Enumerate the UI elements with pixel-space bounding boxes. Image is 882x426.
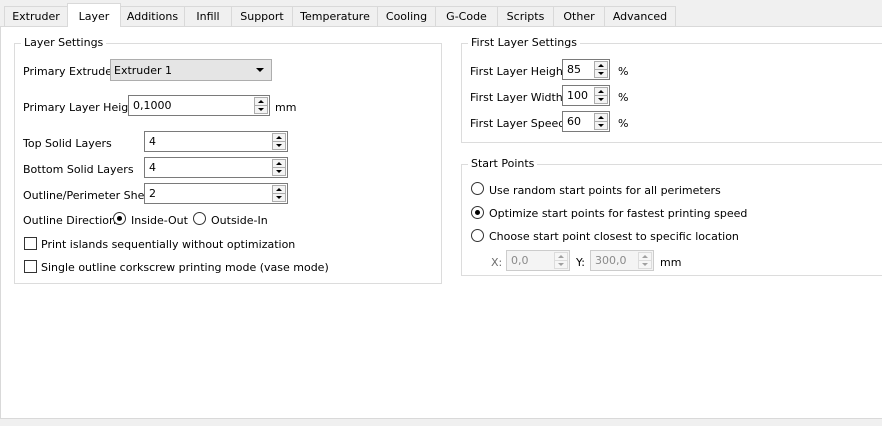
tab-cooling[interactable]: Cooling bbox=[377, 6, 436, 26]
spin-down-icon[interactable] bbox=[594, 69, 608, 78]
tab-gcode[interactable]: G-Code bbox=[435, 6, 498, 26]
primary-layer-height-unit: mm bbox=[275, 101, 297, 114]
primary-layer-height-label: Primary Layer Height bbox=[23, 101, 140, 114]
start-y-input[interactable]: 300,0 bbox=[590, 250, 654, 271]
first-layer-height-label: First Layer Height bbox=[470, 65, 568, 78]
spin-down-icon[interactable] bbox=[272, 193, 286, 202]
vase-mode-checkbox[interactable] bbox=[24, 260, 37, 273]
primary-layer-height-input[interactable]: 0,1000 bbox=[128, 95, 270, 116]
radio-random-start-label: Use random start points for all perimete… bbox=[489, 184, 721, 197]
spin-down-icon[interactable] bbox=[554, 260, 568, 269]
tab-temperature[interactable]: Temperature bbox=[292, 6, 378, 26]
radio-inside-out[interactable] bbox=[113, 212, 126, 225]
bottom-solid-layers-input[interactable]: 4 bbox=[144, 157, 288, 178]
radio-closest-start-label: Choose start point closest to specific l… bbox=[489, 230, 739, 243]
print-islands-label: Print islands sequentially without optim… bbox=[41, 238, 296, 251]
spin-down-icon[interactable] bbox=[272, 167, 286, 176]
tab-advanced[interactable]: Advanced bbox=[604, 6, 676, 26]
tab-bar: Extruder Layer Additions Infill Support … bbox=[0, 0, 882, 27]
outline-shells-label: Outline/Perimeter Shells bbox=[23, 189, 157, 202]
first-layer-width-input[interactable]: 100 bbox=[562, 85, 610, 106]
start-x-label: X: bbox=[491, 256, 503, 269]
first-layer-settings-title: First Layer Settings bbox=[468, 36, 580, 49]
outline-shells-input[interactable]: 2 bbox=[144, 183, 288, 204]
radio-closest-start[interactable] bbox=[471, 229, 484, 242]
spin-down-icon[interactable] bbox=[638, 260, 652, 269]
spin-down-icon[interactable] bbox=[272, 141, 286, 150]
first-layer-height-input[interactable]: 85 bbox=[562, 59, 610, 80]
layer-settings-title: Layer Settings bbox=[21, 36, 107, 49]
tab-additions[interactable]: Additions bbox=[120, 6, 185, 26]
vase-mode-label: Single outline corkscrew printing mode (… bbox=[41, 261, 329, 274]
radio-outside-in-label: Outside-In bbox=[211, 214, 268, 227]
first-layer-width-label: First Layer Width bbox=[470, 91, 563, 104]
tab-scripts[interactable]: Scripts bbox=[497, 6, 554, 26]
start-x-input[interactable]: 0,0 bbox=[506, 250, 570, 271]
tab-layer[interactable]: Layer bbox=[67, 3, 121, 27]
start-point-unit: mm bbox=[660, 256, 682, 269]
radio-optimize-start[interactable] bbox=[471, 206, 484, 219]
spin-down-icon[interactable] bbox=[594, 95, 608, 104]
bottom-solid-layers-label: Bottom Solid Layers bbox=[23, 163, 134, 176]
radio-inside-out-label: Inside-Out bbox=[131, 214, 188, 227]
tab-panel-layer: Layer Settings Primary Extruder Extruder… bbox=[0, 26, 882, 419]
tab-extruder[interactable]: Extruder bbox=[4, 6, 68, 26]
primary-extruder-label: Primary Extruder bbox=[23, 65, 117, 78]
first-layer-speed-label: First Layer Speed bbox=[470, 117, 566, 130]
first-layer-height-unit: % bbox=[618, 65, 629, 78]
radio-outside-in[interactable] bbox=[193, 212, 206, 225]
outline-direction-label: Outline Direction: bbox=[23, 214, 120, 227]
top-solid-layers-label: Top Solid Layers bbox=[23, 137, 112, 150]
radio-optimize-start-label: Optimize start points for fastest printi… bbox=[489, 207, 748, 220]
tab-support[interactable]: Support bbox=[231, 6, 293, 26]
tab-infill[interactable]: Infill bbox=[184, 6, 232, 26]
first-layer-width-unit: % bbox=[618, 91, 629, 104]
spin-down-icon[interactable] bbox=[594, 121, 608, 130]
chevron-down-icon bbox=[256, 68, 264, 72]
primary-extruder-select[interactable]: Extruder 1 bbox=[110, 59, 272, 81]
start-y-label: Y: bbox=[576, 256, 585, 269]
first-layer-speed-input[interactable]: 60 bbox=[562, 111, 610, 132]
first-layer-speed-unit: % bbox=[618, 117, 629, 130]
print-islands-checkbox[interactable] bbox=[24, 237, 37, 250]
top-solid-layers-input[interactable]: 4 bbox=[144, 131, 288, 152]
spin-down-icon[interactable] bbox=[254, 105, 268, 114]
radio-random-start[interactable] bbox=[471, 182, 484, 195]
tab-other[interactable]: Other bbox=[553, 6, 605, 26]
start-points-title: Start Points bbox=[468, 157, 538, 170]
